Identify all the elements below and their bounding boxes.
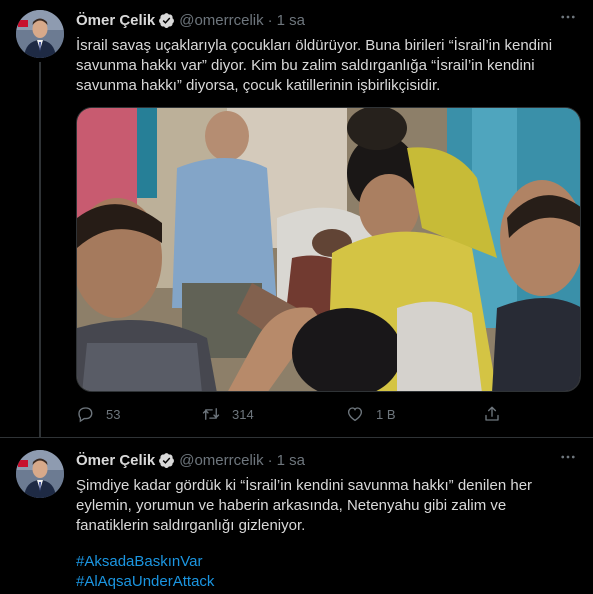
like-count: 1 B (376, 406, 396, 422)
timestamp[interactable]: 1 sa (277, 12, 305, 29)
retweet-icon (202, 408, 220, 420)
tweet-header: Ömer Çelik @omerrcelik · 1 sa (76, 10, 577, 30)
tweet-photo[interactable] (76, 107, 581, 392)
reply-icon (78, 407, 93, 423)
separator-dot: · (267, 451, 273, 469)
avatar[interactable] (16, 10, 64, 58)
verified-badge-icon (158, 12, 175, 29)
tweet-text: İsrail savaş uçaklarıyla çocukları öldür… (76, 37, 553, 94)
author-name[interactable]: Ömer Çelik (76, 452, 155, 469)
avatar[interactable] (16, 450, 64, 498)
share-icon (485, 406, 499, 421)
retweet-count: 314 (232, 406, 254, 422)
like-button[interactable]: 1 B (346, 404, 396, 424)
tweet-header: Ömer Çelik @omerrcelik · 1 sa (76, 450, 577, 470)
verified-badge-icon (158, 452, 175, 469)
hashtag-list: #AksadaBaskınVar #AlAqsaUnderAttack (76, 552, 214, 592)
tweet-actions: 53 314 1 B (76, 404, 581, 424)
tweet-1[interactable]: Ömer Çelik @omerrcelik · 1 sa İsrail sav… (0, 0, 593, 437)
reply-button[interactable]: 53 (76, 404, 120, 424)
separator-dot: · (267, 11, 273, 29)
retweet-button[interactable]: 314 (202, 404, 254, 424)
reply-count: 53 (106, 406, 121, 422)
more-icon[interactable] (559, 8, 577, 31)
like-icon (347, 407, 363, 422)
hashtag-link[interactable]: #AksadaBaskınVar (76, 552, 214, 572)
author-name[interactable]: Ömer Çelik (76, 12, 155, 29)
timestamp[interactable]: 1 sa (277, 452, 305, 469)
thread-connector (39, 62, 41, 437)
share-button[interactable] (483, 404, 501, 424)
hashtag-link[interactable]: #AlAqsaUnderAttack (76, 572, 214, 592)
tweet-text: Şimdiye kadar gördük ki “İsrail’in kendi… (76, 477, 533, 534)
tweet-2[interactable]: Ömer Çelik @omerrcelik · 1 sa Şimdiye ka… (0, 437, 593, 594)
more-icon[interactable] (559, 448, 577, 471)
author-handle[interactable]: @omerrcelik (179, 12, 263, 29)
author-handle[interactable]: @omerrcelik (179, 452, 263, 469)
